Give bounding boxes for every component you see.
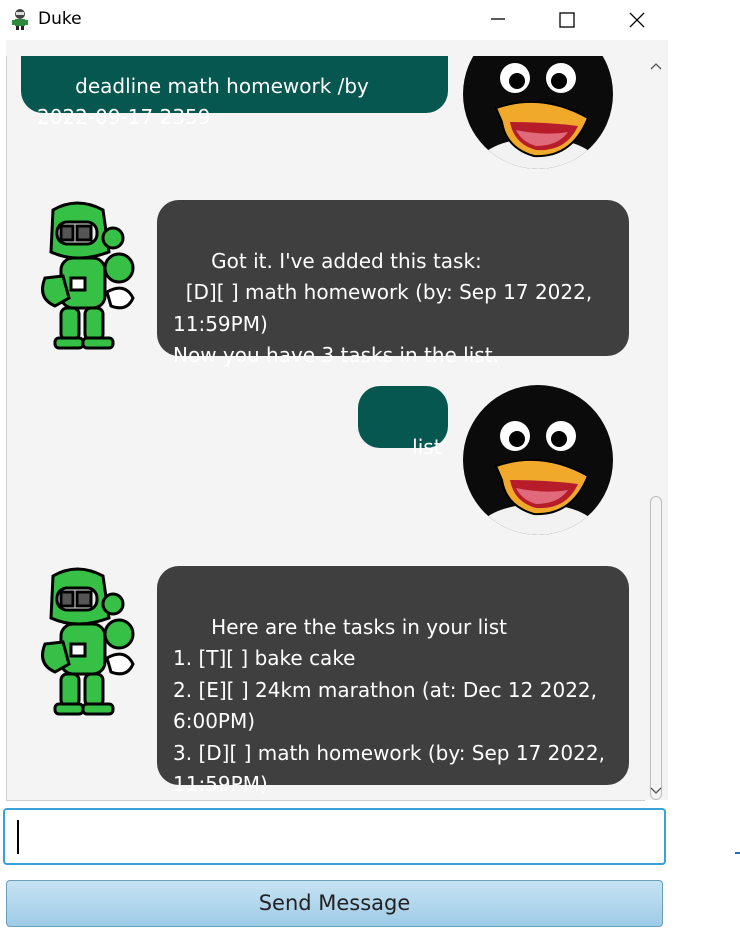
close-button[interactable] [602, 0, 672, 40]
text-caret [17, 820, 19, 854]
duke-message-bubble: Got it. I've added this task: [D][ ] mat… [157, 200, 629, 367]
robot-icon [12, 9, 28, 30]
scroll-down-arrow-icon[interactable] [649, 784, 663, 798]
minimize-icon [491, 18, 505, 20]
user-message-bubble: list [358, 386, 448, 459]
close-icon [629, 12, 645, 28]
message-text: list [412, 434, 442, 459]
scroll-track[interactable] [648, 74, 662, 800]
message-text: Got it. I've added this task: [D][ ] mat… [173, 248, 593, 368]
user-message-bubble: deadline math homework /by 2022-09-17 23… [21, 56, 448, 129]
duke-window: Duke deadline math homework /by 2022-09-… [0, 0, 668, 937]
chat-scroll-pane[interactable]: deadline math homework /by 2022-09-17 23… [6, 56, 645, 801]
maximize-icon [559, 12, 575, 28]
vertical-scrollbar[interactable] [644, 56, 668, 800]
title-bar: Duke [0, 0, 668, 40]
penguin-avatar [463, 56, 613, 169]
minimize-button[interactable] [463, 0, 533, 40]
scroll-thumb[interactable] [650, 496, 662, 800]
scroll-up-arrow-icon[interactable] [649, 59, 663, 73]
send-message-button[interactable]: Send Message [6, 880, 663, 927]
message-text: Here are the tasks in your list 1. [T][ … [173, 614, 605, 797]
message-text: deadline math homework /by 2022-09-17 23… [37, 73, 369, 130]
green-robot-avatar [41, 201, 135, 350]
message-input[interactable] [3, 808, 666, 865]
window-title: Duke [38, 9, 82, 29]
green-robot-avatar [41, 567, 135, 716]
maximize-button[interactable] [532, 0, 602, 40]
chat-frame [6, 40, 668, 56]
duke-message-bubble: Here are the tasks in your list 1. [T][ … [157, 566, 629, 796]
edge-artifact [735, 852, 740, 854]
penguin-avatar [463, 385, 613, 535]
